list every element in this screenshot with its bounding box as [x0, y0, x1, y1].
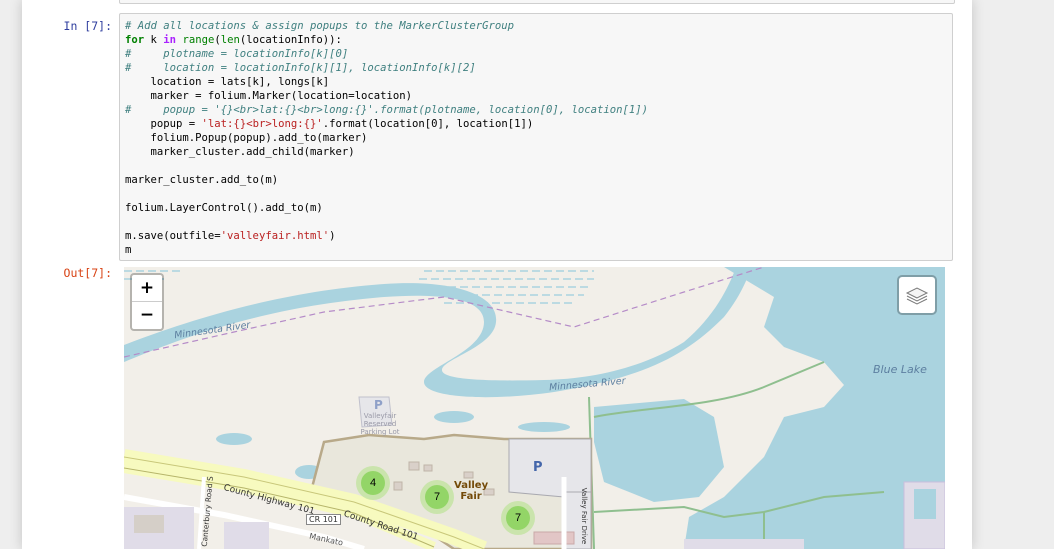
- cluster-count: 7: [425, 485, 449, 509]
- marker-cluster[interactable]: 4: [356, 466, 390, 500]
- code-line: folium.LayerControl().add_to(m): [125, 202, 323, 214]
- code-line: m: [125, 244, 132, 256]
- previous-cell[interactable]: [119, 0, 955, 4]
- valley-fair-line2: Fair: [460, 491, 482, 502]
- zoom-in-button[interactable]: +: [132, 275, 162, 302]
- code-line: for k in range(len(locationInfo)):: [125, 34, 342, 46]
- code-line: # location = locationInfo[k][1], locatio…: [125, 62, 476, 74]
- marker-cluster[interactable]: 7: [420, 480, 454, 514]
- cluster-count: 4: [361, 471, 385, 495]
- code-line: marker = folium.Marker(location=location…: [125, 90, 413, 102]
- zoom-control: + −: [130, 273, 164, 331]
- output-prompt: Out[7]:: [63, 266, 112, 280]
- code-line: location = lats[k], longs[k]: [125, 76, 330, 88]
- map-tiles: [124, 267, 945, 549]
- code-line: # popup = '{}<br>lat:{}<br>long:{}'.form…: [125, 104, 648, 116]
- code-cell[interactable]: # Add all locations & assign popups to t…: [119, 13, 953, 261]
- code-line: marker_cluster.add_to(m): [125, 174, 279, 186]
- code-editor[interactable]: # Add all locations & assign popups to t…: [125, 19, 648, 257]
- input-prompt: In [7]:: [63, 19, 112, 33]
- parking-lot-label: Valleyfair Reserved Parking Lot: [360, 412, 400, 436]
- blue-lake-label: Blue Lake: [873, 363, 927, 376]
- code-line: marker_cluster.add_child(marker): [125, 146, 355, 158]
- parking-p: P: [533, 460, 543, 475]
- marker-cluster[interactable]: 7: [501, 501, 535, 535]
- code-line: folium.Popup(popup).add_to(marker): [125, 132, 368, 144]
- valley-fair-drive-label: Valley Fair Drive: [580, 487, 589, 545]
- valley-fair-label: Valley Fair: [454, 480, 488, 502]
- parking-lot-p: P: [374, 398, 383, 412]
- layers-icon: [905, 287, 929, 305]
- code-line: popup = 'lat:{}<br>long:{}'.format(locat…: [125, 118, 534, 130]
- notebook-page: In [7]: # Add all locations & assign pop…: [22, 0, 972, 549]
- cr101-label: CR 101: [306, 514, 341, 525]
- code-line: # Add all locations & assign popups to t…: [125, 20, 515, 32]
- valley-fair-line1: Valley: [454, 480, 489, 491]
- zoom-out-button[interactable]: −: [132, 302, 162, 328]
- code-line: m.save(outfile='valleyfair.html'): [125, 230, 336, 242]
- code-line: # plotname = locationInfo[k][0]: [125, 48, 349, 60]
- cluster-count: 7: [506, 506, 530, 530]
- layer-control-button[interactable]: [897, 275, 937, 315]
- folium-map[interactable]: Minnesota River Minnesota River Blue Lak…: [124, 267, 945, 549]
